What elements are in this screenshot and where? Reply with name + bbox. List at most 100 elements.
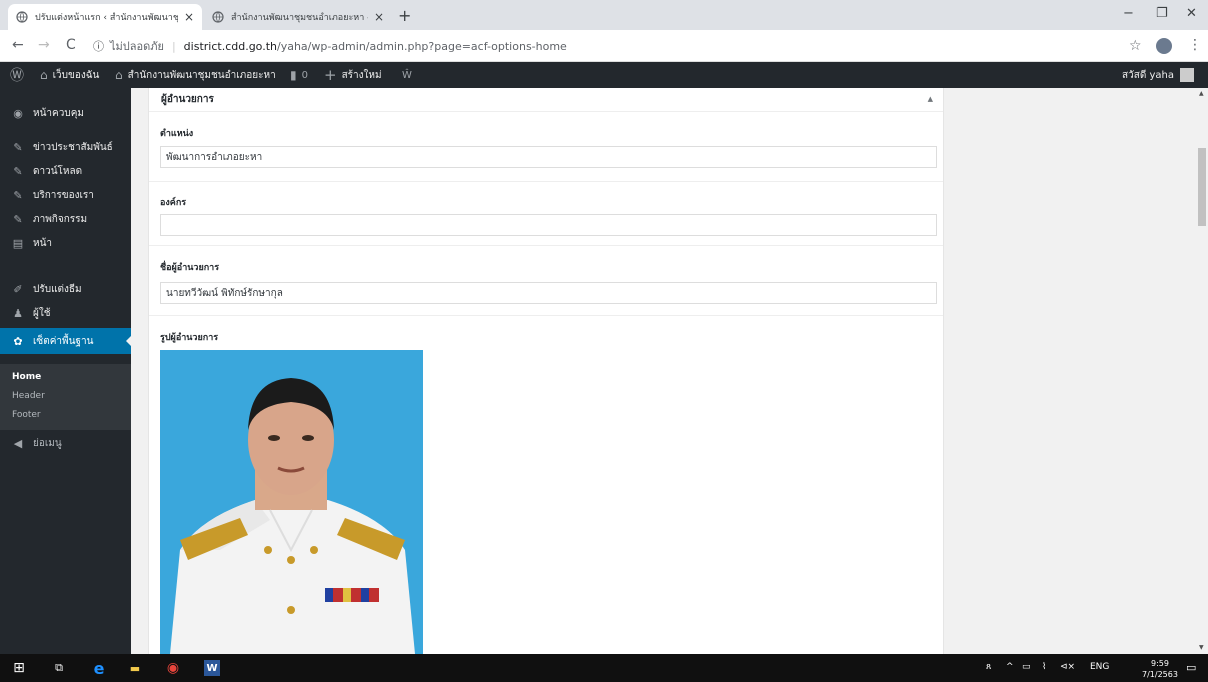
field-label: รูปผู้อำนวยการ <box>160 333 219 343</box>
close-window-icon[interactable]: ✕ <box>1186 6 1197 21</box>
avatar <box>1180 68 1195 82</box>
sidebar-item-appearance[interactable]: ✐ ปรับแต่งธีม <box>0 276 131 302</box>
forward-icon[interactable]: → <box>38 37 50 53</box>
collapse-menu-button[interactable]: ◀ ย่อเมนู <box>0 430 131 456</box>
my-sites-icon: ⌂ <box>40 68 48 82</box>
sidebar-item-pages[interactable]: ▤ หน้า <box>0 230 131 256</box>
my-sites-menu[interactable]: ⌂ เว็บของฉัน <box>40 62 99 88</box>
plus-icon: + <box>324 66 337 84</box>
tab-title: ปรับแต่งหน้าแรก ‹ สำนักงานพัฒนาชุมชน <box>35 13 178 23</box>
postbox-header[interactable]: ผู้อำนวยการ ▲ <box>149 88 943 112</box>
sidebar-item-label: ดาวน์โหลด <box>33 165 83 177</box>
new-tab-button[interactable]: + <box>398 6 411 25</box>
pin-icon: ✎ <box>13 188 23 202</box>
globe-icon <box>16 11 28 23</box>
sidebar-item-label: ภาพกิจกรรม <box>33 213 88 225</box>
windows-taskbar: ⊞ ⧉ e ▬ ◉ W ጸ ^ ▭ ⌇ ⊲× ENG 9:59 7/1/2563… <box>0 654 1208 682</box>
main-content: ผู้อำนวยการ ▲ ตำแหน่ง พัฒนาการอำเภอยะหา … <box>131 88 1208 654</box>
pin-icon: ✎ <box>13 212 23 226</box>
file-explorer-icon[interactable]: ▬ <box>126 660 144 676</box>
submenu-item-footer[interactable]: Footer <box>12 410 41 420</box>
address-bar: ← → C ⓘ ไม่ปลอดภัย | district.cdd.go.th … <box>0 30 1208 62</box>
tab-site-home[interactable]: สำนักงานพัฒนาชุมชนอำเภอยะหา - × <box>204 4 392 30</box>
info-icon[interactable]: ⓘ <box>93 38 104 54</box>
sidebar-item-label: เซ็ตค่าพื้นฐาน <box>33 335 94 347</box>
reload-icon[interactable]: C <box>66 37 76 53</box>
director-portrait-image <box>160 350 423 654</box>
url-field[interactable]: ⓘ ไม่ปลอดภัย | district.cdd.go.th /yaha/… <box>93 35 1103 57</box>
director-name-input[interactable]: นายทวีวัฒน์ พิทักษ์รักษากุล <box>160 282 937 304</box>
volume-icon[interactable]: ⊲× <box>1060 662 1075 672</box>
maximize-icon[interactable]: ❐ <box>1156 6 1168 21</box>
tab-customize-home[interactable]: ปรับแต่งหน้าแรก ‹ สำนักงานพัฒนาชุมชน × <box>8 4 202 30</box>
greeting-label: สวัสดี yaha <box>1122 69 1175 81</box>
pin-icon: ✎ <box>13 140 23 154</box>
user-icon: ♟ <box>13 306 23 320</box>
sidebar-item-label: หน้าควบคุม <box>33 107 84 119</box>
separator: | <box>171 39 176 53</box>
account-menu[interactable]: สวัสดี yaha <box>1122 62 1195 88</box>
chevron-up-icon[interactable]: ^ <box>1006 662 1014 672</box>
close-tab-icon[interactable]: × <box>184 10 194 24</box>
person-icon[interactable]: ጸ <box>986 662 991 672</box>
minimize-icon[interactable]: − <box>1123 6 1134 21</box>
new-content-menu[interactable]: + สร้างใหม่ <box>324 62 382 88</box>
browser-menu-icon[interactable]: ⋮ <box>1188 37 1202 53</box>
language-indicator[interactable]: ENG <box>1090 662 1109 672</box>
start-icon[interactable]: ⊞ <box>10 660 28 676</box>
url-path: /yaha/wp-admin/admin.php?page=acf-option… <box>277 39 567 53</box>
submenu-item-header[interactable]: Header <box>12 391 45 401</box>
battery-icon[interactable]: ▭ <box>1022 662 1031 672</box>
my-sites-label: เว็บของฉัน <box>52 69 100 81</box>
sidebar-item-services[interactable]: ✎ บริการของเรา <box>0 182 131 208</box>
field-label: ตำแหน่ง <box>160 129 194 139</box>
chrome-icon[interactable]: ◉ <box>164 660 182 676</box>
dashboard-icon: ◉ <box>13 106 23 120</box>
position-input[interactable]: พัฒนาการอำเภอยะหา <box>160 146 937 168</box>
page-icon: ▤ <box>12 236 24 250</box>
security-label: ไม่ปลอดภัย <box>110 40 164 53</box>
field-label: องค์กร <box>160 198 187 208</box>
toggle-arrow-icon[interactable]: ▲ <box>928 95 933 103</box>
close-tab-icon[interactable]: × <box>374 10 384 24</box>
wordpress-logo-icon[interactable]: Ⓦ <box>10 62 24 88</box>
collapse-label: ย่อเมนู <box>33 437 62 449</box>
settings-submenu: Home Header Footer <box>0 364 131 430</box>
globe-icon <box>212 11 224 23</box>
clock[interactable]: 9:59 7/1/2563 <box>1142 658 1178 680</box>
brush-icon: ✐ <box>13 282 23 296</box>
comments-menu[interactable]: ▮ 0 <box>290 62 308 88</box>
url-host: district.cdd.go.th <box>183 39 277 53</box>
organization-input[interactable] <box>160 214 937 236</box>
sidebar-item-label: ข่าวประชาสัมพันธ์ <box>33 141 113 153</box>
word-icon[interactable]: W <box>204 660 220 676</box>
sidebar-item-downloads[interactable]: ✎ ดาวน์โหลด <box>0 158 131 184</box>
sidebar-item-activities[interactable]: ✎ ภาพกิจกรรม <box>0 206 131 232</box>
site-name-menu[interactable]: ⌂ สำนักงานพัฒนาชุมชนอำเภอยะหา <box>115 62 276 88</box>
admin-sidebar: ◉ หน้าควบคุม ✎ ข่าวประชาสัมพันธ์ ✎ ดาวน์… <box>0 88 132 654</box>
sidebar-item-users[interactable]: ♟ ผู้ใช้ <box>0 300 131 326</box>
sidebar-item-dashboard[interactable]: ◉ หน้าควบคุม <box>0 100 131 126</box>
sidebar-item-news[interactable]: ✎ ข่าวประชาสัมพันธ์ <box>0 134 131 160</box>
task-view-icon[interactable]: ⧉ <box>50 660 68 676</box>
wifi-icon[interactable]: ⌇ <box>1042 662 1046 672</box>
submenu-item-home[interactable]: Home <box>12 372 41 382</box>
clock-date: 7/1/2563 <box>1142 670 1178 679</box>
scrollbar-thumb[interactable] <box>1198 148 1206 226</box>
back-icon[interactable]: ← <box>12 37 24 53</box>
edge-icon[interactable]: e <box>90 659 108 678</box>
gear-icon: ✿ <box>13 334 23 348</box>
plugin-icon[interactable]: Ŵ <box>402 62 412 88</box>
notifications-icon[interactable]: ▭ <box>1186 661 1196 674</box>
sidebar-item-label: ปรับแต่งธีม <box>33 283 82 295</box>
sidebar-item-label: ผู้ใช้ <box>33 307 51 319</box>
field-organization: องค์กร <box>149 182 943 246</box>
sidebar-item-label: หน้า <box>33 237 53 249</box>
sidebar-item-settings[interactable]: ✿ เซ็ตค่าพื้นฐาน <box>0 328 132 354</box>
bookmark-star-icon[interactable]: ☆ <box>1129 38 1142 54</box>
scroll-down-icon[interactable]: ▼ <box>1199 644 1204 651</box>
comments-count: 0 <box>301 69 308 81</box>
profile-avatar[interactable] <box>1156 38 1172 54</box>
director-photo[interactable] <box>160 350 423 654</box>
scroll-up-icon[interactable]: ▲ <box>1199 90 1204 97</box>
